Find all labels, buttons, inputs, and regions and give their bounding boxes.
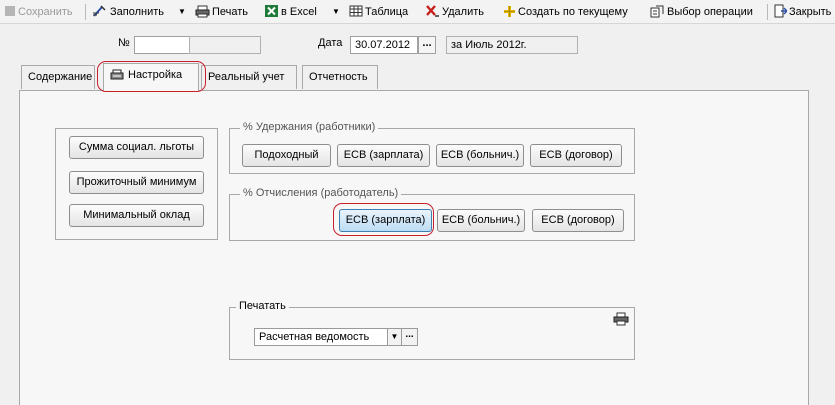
printer-icon (195, 5, 210, 18)
excel-icon (265, 5, 278, 18)
period-display: за Июль 2012г. (446, 36, 578, 54)
tab-reports[interactable]: Отчетность (302, 65, 378, 89)
table-icon (349, 5, 363, 17)
deduction-esv-sick-button[interactable]: ЕСВ (больнич.) (437, 209, 525, 232)
fill-icon (93, 5, 106, 17)
plus-icon (504, 5, 515, 17)
delete-button[interactable]: Удалить (424, 3, 484, 21)
withholding-esv-contract-button[interactable]: ЕСВ (договор) (530, 144, 622, 167)
settings-panel: Сумма социал. льготы Прожиточный минимум… (19, 90, 809, 405)
limits-group: Сумма социал. льготы Прожиточный минимум… (55, 128, 218, 240)
toolbar: Сохранить Заполнить ▼ Печать в Excel ▼ Т… (0, 0, 835, 24)
number-field[interactable] (134, 36, 190, 54)
print-group: Печатать Расчетная ведомость ▼ ... (229, 300, 635, 360)
excel-dropdown-arrow[interactable]: ▼ (332, 3, 340, 21)
excel-button[interactable]: в Excel (264, 3, 317, 21)
withholdings-group: % Удержания (работники) Подоходный ЕСВ (… (229, 121, 635, 174)
print-form-dots-button[interactable]: ... (401, 329, 417, 345)
fill-dropdown-arrow[interactable]: ▼ (178, 3, 186, 21)
printer-icon[interactable] (613, 312, 629, 326)
save-button[interactable]: Сохранить (4, 3, 73, 21)
deduction-esv-contract-button[interactable]: ЕСВ (договор) (532, 209, 624, 232)
withholdings-title: % Удержания (работники) (240, 121, 379, 133)
print-form-select[interactable]: Расчетная ведомость ▼ ... (254, 328, 418, 346)
withholding-esv-sick-button[interactable]: ЕСВ (больнич.) (436, 144, 524, 167)
settings-tab-icon (110, 69, 124, 80)
select-operation-button[interactable]: Выбор операции (650, 3, 753, 21)
tab-real-accounting[interactable]: Реальный учет (201, 65, 297, 89)
withholding-esv-salary-button[interactable]: ЕСВ (зарплата) (337, 144, 430, 167)
minimum-salary-button[interactable]: Минимальный оклад (69, 204, 204, 227)
subsistence-minimum-button[interactable]: Прожиточный минимум (69, 171, 204, 194)
income-tax-button[interactable]: Подоходный (242, 144, 331, 167)
tab-settings[interactable]: Настройка (103, 63, 199, 91)
date-field[interactable]: 30.07.2012 (350, 36, 418, 54)
fill-button[interactable]: Заполнить (92, 3, 164, 21)
delete-icon (426, 5, 439, 17)
create-by-current-button[interactable]: Создать по текущему (503, 3, 628, 21)
deductions-group: % Отчисления (работодатель) ЕСВ (зарплат… (229, 187, 635, 241)
deductions-title: % Отчисления (работодатель) (240, 187, 402, 199)
toolbar-separator (767, 4, 768, 20)
social-benefit-button[interactable]: Сумма социал. льготы (69, 136, 204, 159)
tab-content[interactable]: Содержание (21, 65, 95, 89)
number-suffix-field (189, 36, 261, 54)
print-title: Печатать (236, 300, 289, 312)
deduction-esv-salary-button[interactable]: ЕСВ (зарплата) (339, 209, 432, 232)
close-door-icon (774, 4, 788, 18)
table-button[interactable]: Таблица (349, 3, 408, 21)
operation-icon (650, 5, 664, 18)
toolbar-separator (85, 4, 86, 20)
number-label: № (118, 37, 130, 49)
close-button[interactable]: Закрыть (773, 3, 831, 21)
date-label: Дата (318, 37, 343, 49)
date-picker-button[interactable]: ... (418, 36, 436, 54)
save-icon (5, 6, 15, 17)
chevron-down-icon[interactable]: ▼ (387, 329, 401, 345)
print-button[interactable]: Печать (195, 3, 248, 21)
